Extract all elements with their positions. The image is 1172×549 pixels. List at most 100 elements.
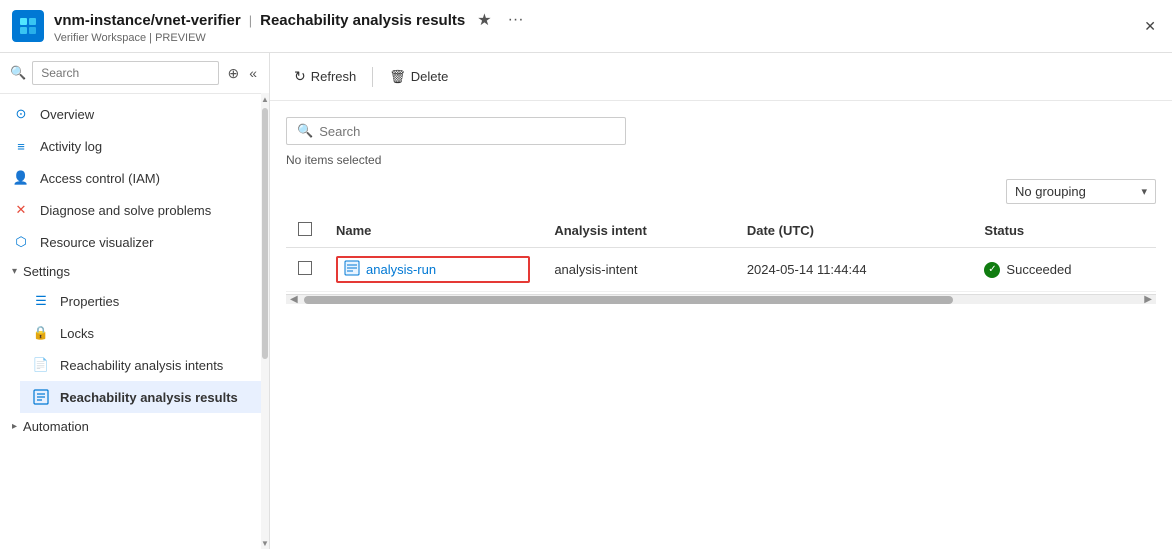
sidebar-item-access-control[interactable]: 👤 Access control (IAM) <box>0 162 269 194</box>
refresh-label: Refresh <box>311 69 357 84</box>
refresh-button[interactable]: ↻ Refresh <box>286 63 364 90</box>
hscroll-arrow-left[interactable]: ◀ <box>288 294 300 304</box>
title-subtitle: Verifier Workspace | PREVIEW <box>54 32 1140 44</box>
close-icon[interactable]: ✕ <box>1140 16 1160 37</box>
results-table-container: Name Analysis intent Date (UTC) Status <box>286 214 1156 304</box>
analysis-run-icon <box>344 260 360 279</box>
activity-icon: ≡ <box>12 137 30 155</box>
sidebar-item-label: Activity log <box>40 139 102 154</box>
results-icon <box>32 388 50 406</box>
hscroll-arrow-right[interactable]: ▶ <box>1142 294 1154 304</box>
table-header-checkbox-col <box>286 214 324 248</box>
page-breadcrumb: vnm-instance/vnet-verifier <box>54 12 241 29</box>
table-row-date-cell: 2024-05-14 11:44:44 <box>735 248 973 292</box>
table-header-row: Name Analysis intent Date (UTC) Status <box>286 214 1156 248</box>
hscroll-thumb <box>304 296 954 304</box>
sidebar-search-icon: 🔍 <box>10 65 26 81</box>
title-separator: | <box>249 13 252 28</box>
table-header-name: Name <box>324 214 542 248</box>
sidebar-collapse-icon[interactable]: « <box>247 63 259 84</box>
status-success-icon: ✓ <box>984 262 1000 278</box>
sidebar-item-label: Locks <box>60 326 94 341</box>
sidebar-item-reachability-intents[interactable]: 📄 Reachability analysis intents <box>20 349 269 381</box>
intents-icon: 📄 <box>32 356 50 374</box>
settings-chevron-icon: ▾ <box>12 266 17 277</box>
table-header-analysis-intent: Analysis intent <box>542 214 735 248</box>
sidebar-item-label: Properties <box>60 294 119 309</box>
toolbar: ↻ Refresh 🗑 Delete <box>270 53 1172 101</box>
toolbar-divider <box>372 67 373 87</box>
grouping-area: No grouping ▾ <box>286 179 1156 204</box>
sidebar-item-properties[interactable]: ☰ Properties <box>20 285 269 317</box>
horizontal-scrollbar[interactable]: ◀ ▶ <box>286 294 1156 304</box>
more-options-icon[interactable]: ··· <box>504 9 528 31</box>
sidebar-item-label: Diagnose and solve problems <box>40 203 211 218</box>
main-layout: 🔍 ⊕ « ⊙ Overview ≡ Activity log <box>0 53 1172 549</box>
analysis-run-link[interactable]: analysis-run <box>336 256 530 283</box>
sidebar-scrollbar[interactable]: ▲ ▼ <box>261 93 269 549</box>
sidebar-item-resource-visualizer[interactable]: ⬡ Resource visualizer <box>0 226 269 258</box>
delete-label: Delete <box>411 69 449 84</box>
grouping-dropdown[interactable]: No grouping ▾ <box>1006 179 1156 204</box>
table-header-status: Status <box>972 214 1156 248</box>
table-row-name-cell: analysis-run <box>324 248 542 292</box>
table-row-status-cell: ✓ Succeeded <box>972 248 1156 292</box>
status-label: Succeeded <box>1006 262 1071 277</box>
sidebar-item-diagnose[interactable]: ✕ Diagnose and solve problems <box>0 194 269 226</box>
table-row-checkbox[interactable] <box>298 261 312 275</box>
delete-icon: 🗑 <box>389 69 406 85</box>
settings-section-label: Settings <box>23 264 70 279</box>
app-container: vnm-instance/vnet-verifier | Reachabilit… <box>0 0 1172 549</box>
sidebar-section-settings[interactable]: ▾ Settings <box>0 258 269 285</box>
page-title: Reachability analysis results <box>260 12 465 29</box>
sidebar-search-input[interactable] <box>32 61 219 85</box>
sidebar-search-bar: 🔍 ⊕ « <box>0 53 269 94</box>
title-bar: vnm-instance/vnet-verifier | Reachabilit… <box>0 0 1172 53</box>
table-row-checkbox-cell <box>286 248 324 292</box>
app-icon <box>12 10 44 42</box>
sidebar-item-label: Reachability analysis intents <box>60 358 223 373</box>
sidebar-item-label: Access control (IAM) <box>40 171 160 186</box>
title-bar-main: vnm-instance/vnet-verifier | Reachabilit… <box>54 8 1140 32</box>
iam-icon: 👤 <box>12 169 30 187</box>
overview-icon: ⊙ <box>12 105 30 123</box>
diagnose-icon: ✕ <box>12 201 30 219</box>
sidebar-item-label: Overview <box>40 107 94 122</box>
content-search-bar: 🔍 <box>286 117 626 145</box>
automation-chevron-icon: ▸ <box>12 421 17 432</box>
sidebar-controls: ⊕ « <box>225 63 259 84</box>
sidebar-nav: ⊙ Overview ≡ Activity log 👤 Access contr… <box>0 94 269 549</box>
table-header-checkbox[interactable] <box>298 222 312 236</box>
table-header-date-utc: Date (UTC) <box>735 214 973 248</box>
table-row: analysis-run analysis-intent 2024-05-14 … <box>286 248 1156 292</box>
sidebar-expand-icon[interactable]: ⊕ <box>225 63 241 84</box>
results-table: Name Analysis intent Date (UTC) Status <box>286 214 1156 292</box>
no-items-label: No items selected <box>286 153 1156 167</box>
main-content: ↻ Refresh 🗑 Delete 🔍 No items selected <box>270 53 1172 549</box>
content-body: 🔍 No items selected No grouping ▾ <box>270 101 1172 549</box>
grouping-label: No grouping <box>1015 184 1086 199</box>
content-search-input[interactable] <box>319 124 615 139</box>
resource-icon: ⬡ <box>12 233 30 251</box>
sidebar-settings-items: ☰ Properties 🔒 Locks 📄 Reachability anal… <box>0 285 269 413</box>
content-search-icon: 🔍 <box>297 123 313 139</box>
grouping-chevron-icon: ▾ <box>1141 185 1147 198</box>
vscroll-thumb <box>262 108 268 359</box>
analysis-run-label: analysis-run <box>366 262 436 277</box>
delete-button[interactable]: 🗑 Delete <box>381 64 456 90</box>
refresh-icon: ↻ <box>294 68 306 85</box>
sidebar-item-locks[interactable]: 🔒 Locks <box>20 317 269 349</box>
vscroll-arrow-up[interactable]: ▲ <box>261 93 269 105</box>
sidebar-item-label: Reachability analysis results <box>60 390 238 405</box>
sidebar-item-activity-log[interactable]: ≡ Activity log <box>0 130 269 162</box>
title-bar-text: vnm-instance/vnet-verifier | Reachabilit… <box>54 8 1140 44</box>
sidebar-item-overview[interactable]: ⊙ Overview <box>0 98 269 130</box>
status-badge: ✓ Succeeded <box>984 262 1144 278</box>
sidebar-item-reachability-results[interactable]: Reachability analysis results <box>20 381 269 413</box>
sidebar-section-automation[interactable]: ▸ Automation <box>0 413 269 440</box>
title-bar-actions: ✕ <box>1140 16 1160 37</box>
table-row-analysis-intent-cell: analysis-intent <box>542 248 735 292</box>
vscroll-arrow-down[interactable]: ▼ <box>261 537 269 549</box>
favorite-icon[interactable]: ★ <box>473 8 495 32</box>
sidebar: 🔍 ⊕ « ⊙ Overview ≡ Activity log <box>0 53 270 549</box>
